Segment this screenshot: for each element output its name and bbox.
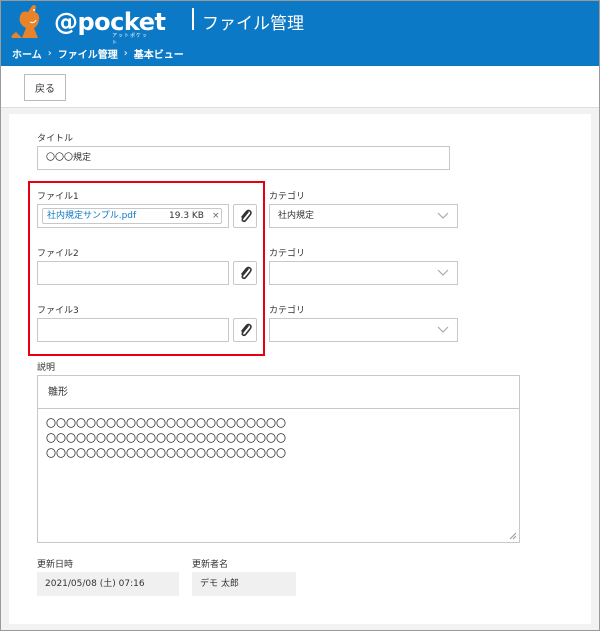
category3-select[interactable] bbox=[269, 318, 458, 342]
updated-at-label: 更新日時 bbox=[37, 560, 74, 570]
description-template-name: 雛形 bbox=[38, 376, 519, 409]
app-header: @pocket アットポケット ファイル管理 ホーム › ファイル管理 › 基本… bbox=[0, 0, 600, 66]
back-button[interactable]: 戻る bbox=[24, 74, 66, 101]
kangaroo-icon bbox=[11, 5, 40, 38]
category2-label: カテゴリ bbox=[269, 249, 306, 259]
title-label: タイトル bbox=[37, 134, 74, 144]
category1-label: カテゴリ bbox=[269, 192, 306, 202]
app-logo[interactable]: @pocket アットポケット bbox=[8, 2, 166, 46]
breadcrumb-item-file-management[interactable]: ファイル管理 bbox=[58, 46, 118, 61]
logo-subtext: アットポケット bbox=[112, 33, 149, 46]
resize-handle-icon[interactable] bbox=[509, 532, 517, 540]
description-textarea[interactable]: 雛形 〇〇〇〇〇〇〇〇〇〇〇〇〇〇〇〇〇〇〇〇〇〇〇〇 〇〇〇〇〇〇〇〇〇〇〇〇… bbox=[37, 375, 520, 543]
title-divider bbox=[192, 8, 194, 30]
updated-by-value: デモ 太郎 bbox=[192, 572, 296, 596]
breadcrumb-item-home[interactable]: ホーム bbox=[12, 46, 42, 61]
updated-by-label: 更新者名 bbox=[192, 560, 229, 570]
category1-select[interactable]: 社内規定 bbox=[269, 204, 458, 228]
chevron-down-icon bbox=[437, 269, 449, 276]
breadcrumb-separator: › bbox=[47, 48, 52, 59]
category3-label: カテゴリ bbox=[269, 306, 306, 316]
chevron-down-icon bbox=[437, 212, 449, 219]
updated-at-value: 2021/05/08 (土) 07:16 bbox=[37, 572, 179, 596]
title-input[interactable]: 〇〇〇規定 bbox=[37, 146, 450, 170]
chevron-down-icon bbox=[437, 326, 449, 333]
description-text: 〇〇〇〇〇〇〇〇〇〇〇〇〇〇〇〇〇〇〇〇〇〇〇〇 〇〇〇〇〇〇〇〇〇〇〇〇〇〇〇… bbox=[46, 419, 286, 460]
breadcrumb: ホーム › ファイル管理 › 基本ビュー bbox=[12, 46, 184, 61]
highlight-box bbox=[28, 181, 265, 356]
breadcrumb-item-basic-view: 基本ビュー bbox=[133, 50, 184, 61]
description-label: 説明 bbox=[37, 363, 56, 373]
breadcrumb-separator: › bbox=[123, 48, 128, 59]
page-title: ファイル管理 bbox=[202, 14, 304, 34]
toolbar: 戻る bbox=[0, 66, 600, 108]
category2-select[interactable] bbox=[269, 261, 458, 285]
category1-value: 社内規定 bbox=[278, 211, 315, 221]
